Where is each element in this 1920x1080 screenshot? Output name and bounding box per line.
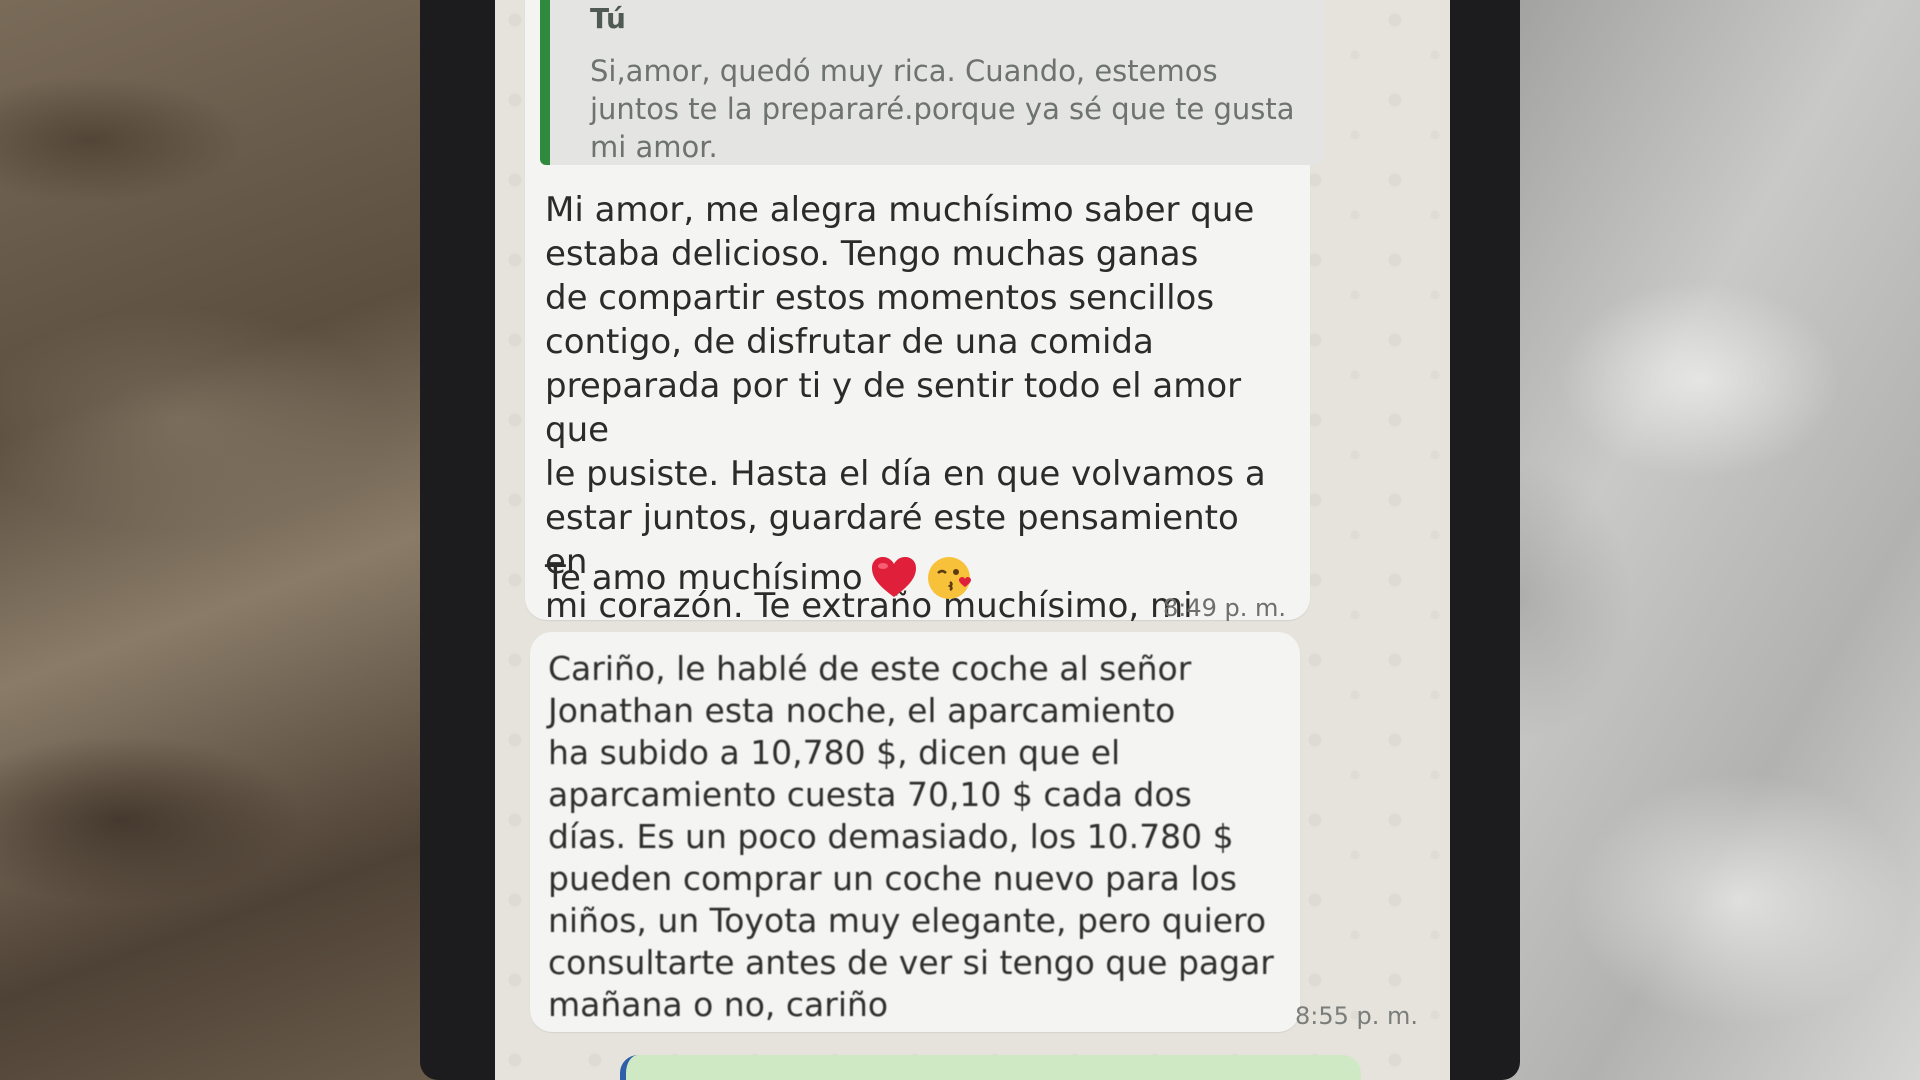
quoted-reply[interactable]: Tú Si,amor, quedó muy rica. Cuando, este… (540, 0, 1325, 165)
outgoing-message-bubble-partial[interactable] (620, 1055, 1361, 1080)
chat-screen: Tú Si,amor, quedó muy rica. Cuando, este… (495, 0, 1450, 1080)
red-heart-icon (871, 557, 916, 597)
message-text: Cariño, le hablé de este coche al señor … (548, 649, 1274, 1024)
quoted-reply-author: Tú (590, 2, 626, 35)
incoming-message-bubble[interactable]: Tú Si,amor, quedó muy rica. Cuando, este… (525, 0, 1325, 670)
message-timestamp: 8:55 p. m. (1294, 1002, 1418, 1030)
quoted-reply-text: Si,amor, quedó muy rica. Cuando, estemos… (590, 54, 1295, 164)
message-closing-line: Te amo muchísimo (545, 553, 975, 603)
message-closing-text: Te amo muchísimo (545, 558, 863, 598)
incoming-message-bubble[interactable]: Cariño, le hablé de este coche al señor … (530, 632, 1300, 1032)
face-blowing-kiss-icon (927, 557, 971, 599)
background-couch (0, 0, 470, 1080)
message-timestamp: 8:49 p. m. (1162, 594, 1286, 622)
